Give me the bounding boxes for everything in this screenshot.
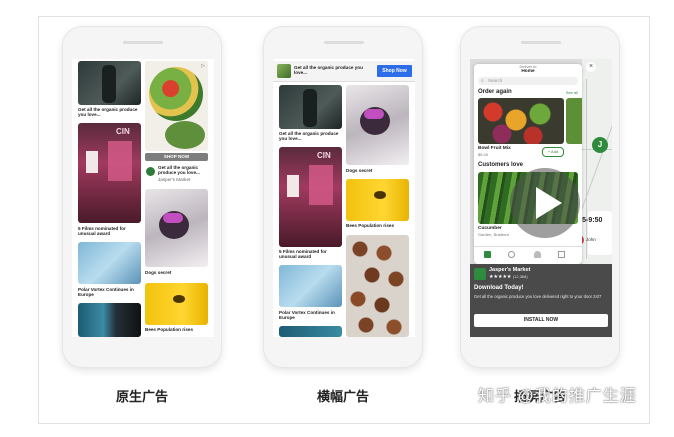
rating-stars: ★★★★★ (12,368) bbox=[489, 274, 528, 280]
phone-interstitial: J 9:45-9:50 John × Deliver to Home ⌕ Sea… bbox=[460, 26, 620, 368]
banner-ad-thumbnail bbox=[277, 64, 291, 78]
pin-image-cinema[interactable]: CIN bbox=[279, 147, 342, 247]
map-pin-icon[interactable]: J bbox=[592, 137, 608, 153]
pin-image-sea[interactable] bbox=[279, 326, 342, 337]
product-name: Cucumber bbox=[478, 226, 502, 231]
cinema-sign: CIN bbox=[317, 151, 331, 160]
phone-speaker bbox=[123, 41, 163, 44]
search-input[interactable]: ⌕ Search bbox=[478, 77, 578, 85]
product-sub: Garden, Bradford bbox=[478, 232, 509, 237]
product-name: Bowl Fruit Mix bbox=[478, 146, 511, 151]
phone-screen: Get all the organic produce you love... … bbox=[72, 59, 214, 337]
product-price: $5.45 bbox=[478, 152, 489, 157]
pin-caption: Get all the organic produce you love... bbox=[78, 107, 138, 118]
pin-image-ice[interactable] bbox=[78, 242, 141, 284]
pin-caption: Polar Vortex Continues in Europe bbox=[279, 310, 335, 321]
pin-caption: 5 Films nominated for unusual award bbox=[279, 249, 327, 260]
pin-image-bee[interactable] bbox=[346, 179, 409, 221]
advertiser-logo bbox=[474, 268, 486, 280]
deliver-header: Deliver to Home bbox=[474, 64, 582, 76]
install-now-button[interactable]: INSTALL NOW bbox=[474, 314, 608, 327]
pin-caption: Dogs secret bbox=[346, 168, 373, 173]
pin-image-jacket[interactable] bbox=[78, 61, 141, 105]
shop-now-button[interactable]: SHOP NOW bbox=[145, 153, 208, 161]
phone-banner: Get all the organic produce you love... … bbox=[263, 26, 423, 368]
phone-speaker bbox=[521, 41, 561, 44]
pin-caption: Polar Vortex Continues in Europe bbox=[78, 287, 134, 298]
download-heading: Download Today! bbox=[474, 285, 524, 291]
advertiser-avatar bbox=[146, 167, 155, 176]
banner-ad[interactable]: Get all the organic produce you love... … bbox=[273, 61, 415, 82]
pin-image-dog[interactable] bbox=[346, 85, 409, 165]
rating-count: (12,368) bbox=[512, 274, 528, 279]
bottom-nav bbox=[474, 246, 582, 264]
watermark-text: 知乎 @我的推广生涯 bbox=[478, 388, 637, 405]
delivery-card: 9:45-9:50 John bbox=[572, 211, 612, 255]
pin-caption: Get all the organic produce you love... bbox=[279, 131, 339, 142]
order-again-heading: Order again bbox=[478, 89, 512, 95]
close-icon[interactable]: × bbox=[586, 62, 596, 72]
pin-image-sea[interactable] bbox=[78, 303, 141, 337]
search-icon: ⌕ bbox=[481, 78, 484, 84]
phone-screen: J 9:45-9:50 John × Deliver to Home ⌕ Sea… bbox=[470, 59, 612, 337]
add-button[interactable]: + Add bbox=[542, 147, 564, 157]
play-video-button[interactable] bbox=[510, 168, 580, 238]
banner-ad-text: Get all the organic produce you love... bbox=[294, 65, 363, 76]
orders-icon[interactable] bbox=[508, 251, 515, 258]
driver-name: John bbox=[586, 237, 596, 242]
home-icon[interactable] bbox=[484, 251, 491, 258]
pin-image-jacket[interactable] bbox=[279, 85, 342, 129]
pin-caption: Bees Population rises bbox=[145, 327, 193, 332]
ad-advertiser: Jasper's Market bbox=[158, 177, 191, 182]
account-icon[interactable] bbox=[534, 251, 541, 258]
search-placeholder: Search bbox=[488, 78, 503, 83]
play-icon bbox=[536, 187, 562, 219]
pin-image-cinema[interactable]: CIN bbox=[78, 123, 141, 223]
deliver-value[interactable]: Home bbox=[474, 69, 582, 74]
phone-screen: Get all the organic produce you love... … bbox=[273, 59, 415, 337]
see-all-link[interactable]: See all bbox=[566, 90, 578, 95]
interstitial-ad-panel: Jasper's Market ★★★★★ (12,368) Download … bbox=[470, 264, 612, 337]
pin-caption: Bees Population rises bbox=[346, 223, 394, 228]
pin-caption: Dogs secret bbox=[145, 270, 172, 275]
ad-description: Get all the organic produce you love del… bbox=[474, 294, 602, 299]
banner-shop-now-button[interactable]: Shop Now bbox=[377, 65, 412, 77]
pin-image-ice[interactable] bbox=[279, 265, 342, 307]
pin-image-dog[interactable] bbox=[145, 189, 208, 267]
cinema-sign: CIN bbox=[116, 127, 130, 136]
pin-image-donuts[interactable] bbox=[346, 235, 409, 337]
caption-banner: 横幅广告 bbox=[316, 389, 369, 404]
ad-caption: Get all the organic produce you love... bbox=[158, 165, 200, 176]
grocery-app-card: Deliver to Home ⌕ Search Order again See… bbox=[474, 64, 582, 264]
pin-caption: 5 Films nominated for unusual award bbox=[78, 226, 126, 237]
pin-image-bee[interactable] bbox=[145, 283, 208, 325]
ad-info-icon[interactable]: ▷ bbox=[201, 63, 205, 69]
customers-love-heading: Customers love bbox=[478, 162, 524, 168]
product-image-fruit[interactable] bbox=[478, 98, 564, 144]
product-image-next[interactable] bbox=[566, 98, 582, 144]
phone-speaker bbox=[324, 41, 364, 44]
ad-image-salad[interactable]: ▷ bbox=[145, 61, 208, 151]
caption-native: 原生广告 bbox=[115, 389, 168, 404]
cart-icon[interactable] bbox=[558, 251, 565, 258]
phone-native: Get all the organic produce you love... … bbox=[62, 26, 222, 368]
advertiser-name: Jasper's Market bbox=[489, 267, 531, 273]
